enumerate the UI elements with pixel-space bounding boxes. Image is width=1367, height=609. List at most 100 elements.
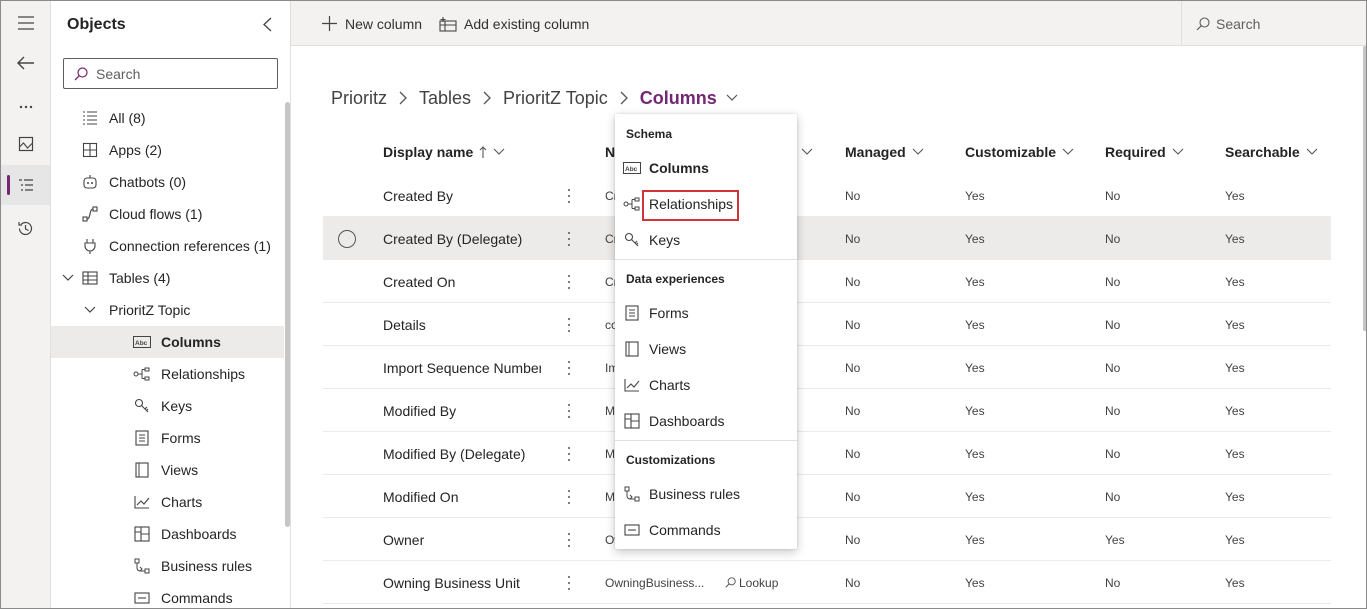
menu-item-business-rules[interactable]: Business rules (615, 476, 797, 512)
objects-title: Objects (67, 16, 126, 33)
cell-managed: No (845, 274, 861, 289)
table-row[interactable]: Detailscones ofNoYesNoYes (323, 303, 1331, 346)
cell-required: No (1105, 446, 1121, 461)
cell-customizable: Yes (965, 188, 985, 203)
objects-search-input[interactable]: Search (63, 58, 278, 89)
row-more-options-icon[interactable] (563, 229, 575, 249)
row-more-options-icon[interactable] (563, 358, 575, 378)
row-more-options-icon[interactable] (563, 573, 575, 593)
key-icon (133, 397, 151, 415)
cell-managed: No (845, 532, 861, 547)
menu-item-label: Forms (649, 305, 689, 321)
cell-searchable: Yes (1225, 274, 1245, 289)
main-scrollbar[interactable] (1363, 46, 1366, 331)
column-header-type-chevron[interactable] (795, 135, 813, 169)
breadcrumb-columns-dropdown[interactable]: Columns (640, 88, 717, 109)
table-row[interactable]: Modified OnMimeNoYesNoYes (323, 475, 1331, 518)
tree-item-all[interactable]: All (8) (81, 102, 146, 134)
row-select-radio[interactable] (338, 230, 356, 248)
cell-display-name[interactable]: Owning Business Unit (383, 561, 541, 604)
tree-item-columns[interactable]: Abc Columns (133, 326, 221, 358)
tree-item-commands[interactable]: Commands (133, 582, 233, 608)
table-row[interactable]: Created By (Delegate) Cr No Yes No Yes (323, 217, 1331, 260)
row-more-options-icon[interactable] (563, 315, 575, 335)
row-more-options-icon[interactable] (563, 272, 575, 292)
column-header-name[interactable]: N (605, 135, 615, 169)
chevron-down-icon[interactable] (726, 94, 738, 102)
table-row[interactable]: Modified By (Delegate) M No Yes No Yes (323, 432, 1331, 475)
menu-item-forms[interactable]: Forms (615, 295, 797, 331)
menu-item-columns[interactable]: Abc Columns (615, 150, 797, 186)
tree-item-chatbots[interactable]: Chatbots (0) (81, 166, 186, 198)
menu-item-views[interactable]: Views (615, 331, 797, 367)
new-column-button[interactable]: New column (321, 1, 422, 46)
more-ellipsis-icon[interactable] (1, 87, 50, 127)
tree-item-business-rules[interactable]: Business rules (133, 550, 252, 582)
objects-tree-icon[interactable] (1, 165, 50, 205)
table-search-input[interactable]: Search (1181, 1, 1366, 46)
history-icon[interactable] (1, 208, 50, 248)
row-more-options-icon[interactable] (563, 530, 575, 550)
tree-item-dashboards[interactable]: Dashboards (133, 518, 237, 550)
tree-item-views[interactable]: Views (133, 454, 198, 486)
menu-item-dashboards[interactable]: Dashboards (615, 403, 797, 439)
row-more-options-icon[interactable] (563, 401, 575, 421)
table-row[interactable]: Owner Ow No Yes Yes Yes (323, 518, 1331, 561)
add-existing-column-button[interactable]: Add existing column (439, 1, 589, 46)
table-row[interactable]: Created By Cr No Yes No Yes (323, 174, 1331, 217)
table-row[interactable]: Modified By M No Yes No Yes (323, 389, 1331, 432)
cell-display-name[interactable]: Modified By (Delegate) (383, 432, 541, 475)
back-arrow-icon[interactable] (1, 43, 50, 83)
tree-item-connection-references[interactable]: Connection references (1) (81, 230, 271, 262)
chevron-down-icon[interactable] (81, 301, 99, 319)
tree-item-apps[interactable]: Apps (2) (81, 134, 162, 166)
menu-divider (615, 440, 797, 441)
row-more-options-icon[interactable] (563, 444, 575, 464)
breadcrumb-prioritz[interactable]: Prioritz (331, 88, 387, 109)
cell-display-name[interactable]: Created On (383, 260, 541, 303)
cell-display-name[interactable]: Created By (Delegate) (383, 217, 541, 260)
menu-item-keys[interactable]: Keys (615, 222, 797, 258)
tree-item-cloud-flows[interactable]: Cloud flows (1) (81, 198, 202, 230)
chevron-right-icon (483, 91, 491, 105)
cell-display-name[interactable]: Import Sequence Number (383, 346, 541, 389)
table-row[interactable]: Created OnCrimeNoYesNoYes (323, 260, 1331, 303)
cell-display-name[interactable]: Owner (383, 518, 541, 561)
chevron-down-icon (1306, 148, 1318, 156)
column-header-searchable[interactable]: Searchable (1225, 135, 1318, 169)
collapse-panel-chevron-icon[interactable] (257, 13, 277, 35)
form-icon (133, 429, 151, 447)
chevron-right-icon (399, 91, 407, 105)
breadcrumb-tables[interactable]: Tables (419, 88, 471, 109)
chevron-down-icon[interactable] (59, 269, 77, 287)
chevron-right-icon (620, 91, 628, 105)
cell-display-name[interactable]: Modified By (383, 389, 541, 432)
column-header-display-name[interactable]: Display name (383, 135, 505, 169)
cell-display-name[interactable]: Details (383, 303, 541, 346)
menu-item-charts[interactable]: Charts (615, 367, 797, 403)
book-icon[interactable] (1, 124, 50, 164)
tree-item-charts[interactable]: Charts (133, 486, 202, 518)
tree-item-tables[interactable]: Tables (4) (59, 262, 170, 294)
row-more-options-icon[interactable] (563, 186, 575, 206)
tree-item-label: Tables (109, 270, 150, 286)
hamburger-menu-icon[interactable] (1, 3, 50, 43)
table-row[interactable]: Owning Business Unit OwningBusiness... Loo… (323, 561, 1331, 604)
menu-item-commands[interactable]: Commands (615, 512, 797, 548)
row-more-options-icon[interactable] (563, 487, 575, 507)
breadcrumb-prioritz-topic[interactable]: PrioritZ Topic (503, 88, 608, 109)
objects-scrollbar[interactable] (285, 102, 290, 527)
tree-item-forms[interactable]: Forms (133, 422, 201, 454)
columns-abc-icon: Abc (623, 159, 641, 177)
table-row[interactable]: Import Sequence NumberImmberNoYesNoYes (323, 346, 1331, 389)
cell-display-name[interactable]: Created By (383, 174, 541, 217)
tree-item-count: (1) (185, 206, 203, 222)
tree-item-keys[interactable]: Keys (133, 390, 192, 422)
column-header-required[interactable]: Required (1105, 135, 1184, 169)
cell-required: No (1105, 274, 1121, 289)
cell-display-name[interactable]: Modified On (383, 475, 541, 518)
column-header-customizable[interactable]: Customizable (965, 135, 1074, 169)
tree-item-prioritz-topic[interactable]: PrioritZ Topic (81, 294, 190, 326)
column-header-managed[interactable]: Managed (845, 135, 924, 169)
tree-item-relationships[interactable]: Relationships (133, 358, 245, 390)
